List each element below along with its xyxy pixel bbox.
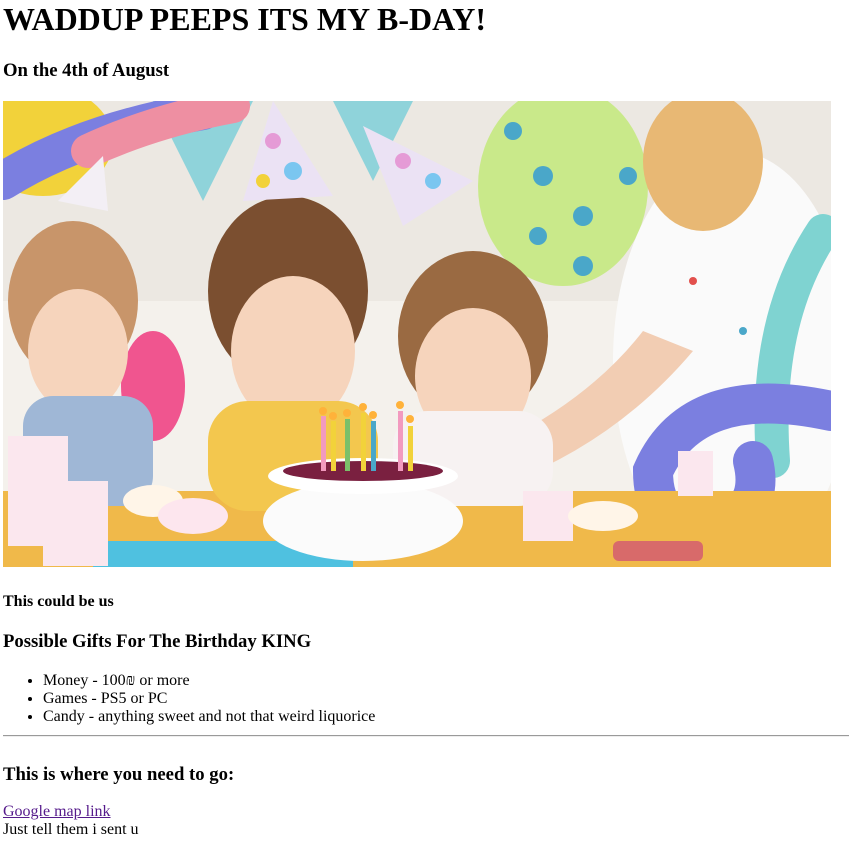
page-title: WADDUP PEEPS ITS MY B-DAY! [3, 1, 487, 37]
gift-item-games: Games - PS5 or PC [43, 690, 375, 708]
gifts-heading: Possible Gifts For The Birthday KING [3, 631, 312, 652]
divider [3, 735, 849, 737]
photo-caption: This could be us [3, 593, 114, 610]
google-map-link[interactable]: Google map link [3, 803, 111, 821]
gift-list: Money - 100₪ or more Games - PS5 or PC C… [3, 672, 375, 726]
birthday-photo [3, 101, 831, 567]
date-heading: On the 4th of August [3, 60, 170, 81]
location-heading: This is where you need to go: [3, 764, 235, 785]
gift-item-candy: Candy - anything sweet and not that weir… [43, 708, 375, 726]
gift-item-money: Money - 100₪ or more [43, 672, 375, 690]
note-text: Just tell them i sent u [3, 821, 139, 838]
